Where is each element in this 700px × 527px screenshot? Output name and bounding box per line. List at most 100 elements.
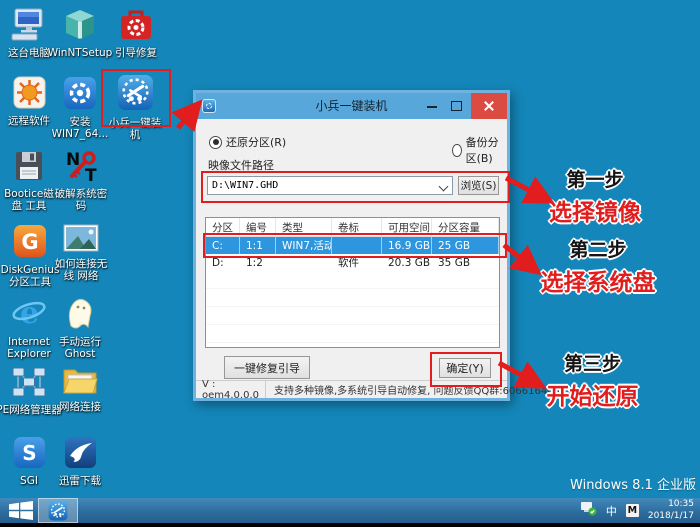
chevron-down-icon [438,181,449,192]
desktop-icon-label: 安装 WIN7_64... [51,116,109,141]
desktop-icon-label: 迅雷下载 [59,475,101,487]
radio-unselected-icon [452,143,462,157]
column-header: 编号 [240,218,276,236]
desktop-icon-pe-network[interactable]: PE网络管理器 [0,366,62,416]
network-diagram-icon [10,366,48,402]
desktop-icon-label: 手动运行 Ghost [59,336,101,361]
ie-icon: e [11,296,47,334]
backup-partition-radio[interactable]: 备份分区(B) [452,134,507,166]
desktop-icon-label: 网络连接 [59,401,101,413]
cell-number: 1:1 [240,237,276,254]
network-tray-icon[interactable] [580,501,597,520]
cell-type: WIN7,活动 [276,237,332,254]
cell-partition: C: [206,237,240,254]
bird-icon [64,436,97,473]
diskgenius-icon: G [13,224,47,262]
radio-label: 备份分区(B) [465,136,499,165]
desktop-icon-xiaobing[interactable]: 小兵一键装机 [104,74,166,142]
cell-capacity: 25 GB [432,237,499,254]
desktop-icon-label: 这台电脑 [8,47,50,59]
desktop-icon-label: 如何连接无线 网络 [54,258,108,283]
table-empty-row [206,307,499,325]
ime-mode-indicator[interactable]: M [625,504,639,517]
minimize-button[interactable] [421,93,443,119]
taskbar-app-xiaobing[interactable] [38,498,78,523]
package-icon [64,8,96,45]
table-empty-row [206,289,499,307]
windows-edition-watermark: Windows 8.1 企业版 [570,478,696,493]
dialog-statusbar: V : oem4.0.0.0 支持多种镜像,多系统引导自动修复, 问题反馈QQ群… [196,379,560,401]
table-row-d-drive[interactable]: D: 1:2 软件 20.3 GB 35 GB [206,254,499,271]
step-1-title: 第一步 [566,169,624,191]
step-3-title: 第三步 [563,353,621,375]
taskbar: 中 M 10:35 2018/1/17 [0,498,700,523]
radio-selected-icon [209,135,222,149]
desktop-icon-network-connections[interactable]: 网络连接 [51,366,109,413]
step-1-subtitle: 选择镜像 [549,200,641,226]
clock-date: 2018/1/17 [647,510,694,521]
system-tray: 中 M 10:35 2018/1/17 [580,498,700,523]
table-empty-row [206,271,499,289]
image-path-combobox[interactable]: D:\WIN7.GHD [207,176,453,195]
svg-text:G: G [21,230,38,254]
screen-bottom-strip [0,523,700,527]
computer-icon [11,8,47,45]
desktop-icon-label: 引导修复 [115,47,157,59]
radio-label: 还原分区(R) [226,136,287,149]
table-empty-row [206,325,499,343]
sunburst-icon [13,76,46,113]
cell-volume [332,237,382,254]
clock-time: 10:35 [668,499,694,510]
desktop-icon-label: Internet Explorer [7,336,51,361]
desktop-icon-xunlei[interactable]: 迅雷下载 [51,436,109,487]
desktop-icon-boot-repair[interactable]: 引导修复 [107,8,165,59]
step-2-subtitle: 选择系统盘 [540,270,656,296]
desktop-icon-winntsetup[interactable]: WinNTSetup [48,8,112,59]
desktop-icon-remote-software[interactable]: 远程软件 [0,76,58,127]
cell-free-space: 16.9 GB [382,237,432,254]
ghost-icon [64,296,96,334]
desktop-icon-install-win7[interactable]: 安装 WIN7_64... [51,76,109,141]
svg-text:e: e [20,296,39,330]
column-header: 类型 [276,218,332,236]
cell-free-space: 20.3 GB [388,256,431,269]
cell-capacity: 35 GB [438,256,471,269]
partition-table: 分区 编号 类型 卷标 可用空间 分区容量 C: 1:1 WIN7,活动 16.… [205,217,500,348]
status-message: 支持多种镜像,多系统引导自动修复, 问题反馈QQ群:606616468 [274,386,560,397]
browse-button[interactable]: 浏览(S) [458,176,499,195]
start-button[interactable] [8,501,34,520]
annotation-step-1: 第一步 选择镜像 [530,165,660,227]
desktop-icon-label: 远程软件 [8,115,50,127]
ime-language-indicator[interactable]: 中 [606,503,617,519]
desktop-icon-crack-password[interactable]: N T 破解系统密码 [50,150,112,213]
dialog-titlebar[interactable]: 小兵一键装机 [196,93,507,119]
folder-icon [62,366,98,399]
close-button[interactable] [471,93,507,119]
desktop-icon-wireless-help[interactable]: 如何连接无线 网络 [50,224,112,283]
ok-button[interactable]: 确定(Y) [439,358,491,378]
desktop-icon-sgi[interactable]: S SGI [0,436,58,487]
column-header: 可用空间 [382,218,432,236]
column-header: 分区容量 [432,218,499,236]
repair-boot-button[interactable]: 一键修复引导 [224,356,310,379]
taskbar-clock[interactable]: 10:35 2018/1/17 [648,499,694,522]
table-row-c-drive[interactable]: C: 1:1 WIN7,活动 16.9 GB 25 GB [206,237,499,254]
gear-icon [63,76,97,114]
restore-partition-radio[interactable]: 还原分区(R) [209,134,286,150]
desktop-icon-label: WinNTSetup [47,47,113,59]
version-label: V : oem4.0.0.0 [196,379,266,401]
cell-number: 1:2 [246,256,263,269]
photo-icon [63,224,99,256]
cell-partition: D: [212,256,224,269]
column-header: 卷标 [332,218,382,236]
image-path-value: D:\WIN7.GHD [212,180,279,191]
desktop-icon-internet-explorer[interactable]: e Internet Explorer [0,296,58,361]
desktop-icon-ghost[interactable]: 手动运行 Ghost [51,296,109,361]
column-header: 分区 [206,218,240,236]
step-2-title: 第二步 [569,239,627,261]
svg-text:S: S [22,441,36,465]
maximize-button[interactable] [445,93,467,119]
installer-dialog: 小兵一键装机 还原分区(R) 备份分区(B) 映像文件路径 D:\WIN7.GH… [193,90,560,401]
xiaobing-app-icon [117,74,154,115]
step-3-subtitle: 开始还原 [546,384,639,410]
